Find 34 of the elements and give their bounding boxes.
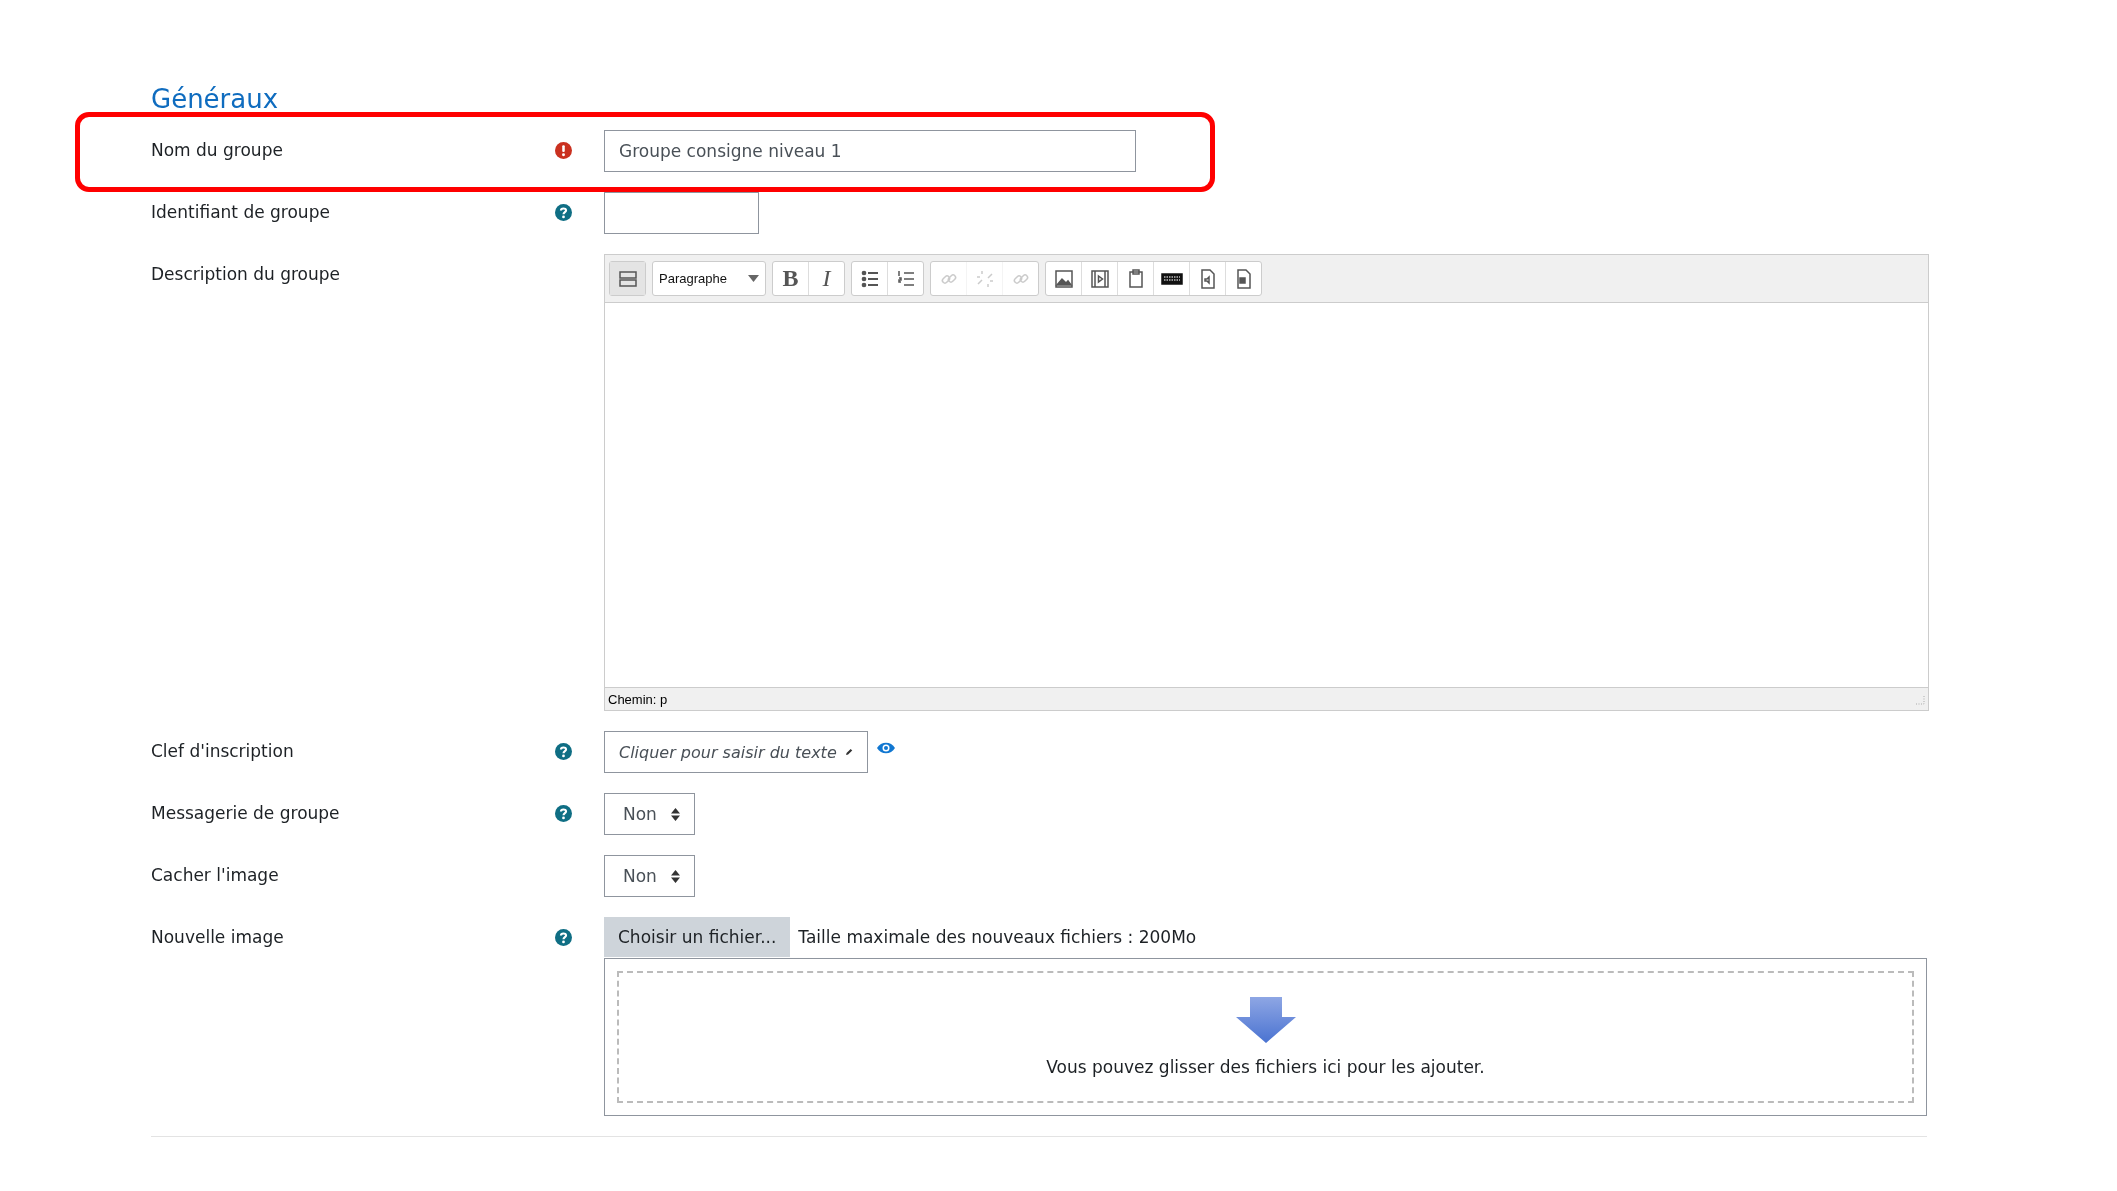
media-icon bbox=[1088, 267, 1111, 290]
caret-icon bbox=[748, 275, 759, 282]
text-field[interactable]: Groupe consigne niveau 1 bbox=[604, 130, 1136, 172]
help-icon[interactable] bbox=[555, 204, 572, 221]
toolbar-toggle-button[interactable] bbox=[610, 262, 645, 295]
field-label: Nom du groupe bbox=[151, 139, 284, 160]
field-label: Nouvelle image bbox=[151, 926, 285, 947]
section-title[interactable]: Généraux bbox=[151, 84, 279, 114]
field-label: Clef d'inscription bbox=[151, 740, 295, 761]
choose-file-button[interactable]: Choisir un fichier... bbox=[604, 917, 791, 957]
select-dropdown[interactable]: Non bbox=[604, 855, 695, 897]
text-field[interactable] bbox=[604, 192, 759, 234]
bold-button[interactable]: B bbox=[773, 262, 809, 295]
field-label: Cacher l'image bbox=[151, 864, 280, 885]
drop-zone[interactable]: Vous pouvez glisser des fichiers ici pour les ajouter. bbox=[617, 971, 1914, 1103]
help-icon[interactable] bbox=[555, 805, 572, 822]
field-label: Identifiant de groupe bbox=[151, 201, 331, 222]
image-icon bbox=[1052, 267, 1075, 290]
resize-handle-icon[interactable] bbox=[1913, 693, 1925, 705]
help-icon[interactable] bbox=[555, 743, 572, 760]
select-dropdown[interactable]: Non bbox=[604, 793, 695, 835]
drop-hint: Vous pouvez glisser des fichiers ici pour les ajouter. bbox=[1046, 1057, 1485, 1077]
sort-arrows-icon bbox=[670, 869, 680, 883]
italic-button[interactable]: I bbox=[809, 262, 844, 295]
field-label: Description du groupe bbox=[151, 263, 342, 284]
down-arrow-icon bbox=[1235, 997, 1296, 1045]
eye-icon[interactable] bbox=[876, 741, 896, 755]
help-icon[interactable] bbox=[555, 929, 572, 946]
sort-arrows-icon bbox=[670, 807, 680, 821]
field-label: Messagerie de groupe bbox=[151, 802, 341, 823]
element-path: Chemin: p bbox=[608, 691, 668, 707]
file-size-limit: Taille maximale des nouveaux fichiers : 200Mo bbox=[798, 927, 1197, 947]
format-dropdown[interactable]: Paragraphe bbox=[653, 262, 765, 295]
enrolment-key-field[interactable]: Cliquer pour saisir du texte bbox=[604, 731, 868, 773]
